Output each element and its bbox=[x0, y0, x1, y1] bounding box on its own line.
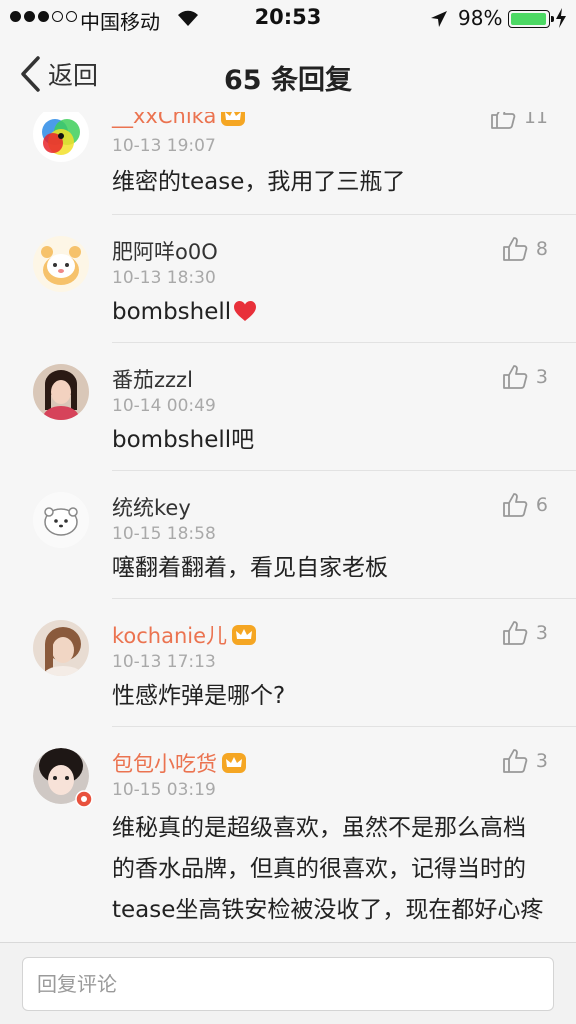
verified-badge-icon bbox=[75, 790, 93, 808]
username[interactable]: 包包小吃货 bbox=[112, 748, 217, 778]
like-button[interactable]: 3 bbox=[502, 364, 548, 390]
location-arrow-icon bbox=[430, 10, 448, 33]
like-count: 8 bbox=[535, 238, 548, 260]
avatar[interactable] bbox=[33, 748, 93, 808]
like-count: 3 bbox=[535, 750, 548, 772]
vip-crown-icon bbox=[222, 753, 246, 773]
comment-item: 包包小吃货 10-15 03:19 维秘真的是超级喜欢，虽然不是那么高档的香水品… bbox=[0, 726, 576, 942]
thumbs-up-icon bbox=[503, 493, 528, 517]
comment-item: 统统key 10-15 18:58 噻翻着翻着，看见自家老板 6 bbox=[0, 470, 576, 599]
username[interactable]: 肥阿咩o0O bbox=[112, 236, 218, 266]
comment-item: 番茄zzzl 10-14 00:49 bombshell吧 3 bbox=[0, 342, 576, 471]
avatar[interactable] bbox=[33, 364, 89, 420]
like-count: 3 bbox=[535, 366, 548, 388]
comment-user-line: 包包小吃货 bbox=[112, 748, 247, 778]
comment-user-line: 番茄zzzl bbox=[112, 364, 193, 394]
reply-bar bbox=[0, 942, 576, 1024]
username[interactable]: 统统key bbox=[112, 492, 191, 522]
comment-user-line: kochanie儿 bbox=[112, 620, 257, 650]
avatar[interactable] bbox=[33, 492, 89, 548]
status-bar: 中国移动 20:53 98% bbox=[0, 0, 576, 38]
thumbs-up-icon bbox=[503, 365, 528, 389]
comment-text: 维秘真的是超级喜欢，虽然不是那么高档的香水品牌，但真的很喜欢，记得当时的teas… bbox=[112, 815, 544, 923]
battery-icon bbox=[508, 10, 554, 28]
comment-text: bombshell吧 bbox=[112, 427, 255, 453]
comment-item: kochanie儿 10-13 17:13 性感炸弹是哪个? 3 bbox=[0, 598, 576, 727]
vip-crown-icon bbox=[221, 112, 246, 126]
like-button[interactable]: 8 bbox=[502, 236, 548, 262]
like-count: 11 bbox=[523, 112, 548, 128]
thumbs-up-icon bbox=[503, 749, 528, 773]
comment-time: 10-15 18:58 bbox=[112, 524, 216, 544]
page-title: 65 条回复 bbox=[224, 65, 352, 96]
like-button[interactable]: 3 bbox=[502, 620, 548, 646]
vip-crown-icon bbox=[232, 625, 257, 645]
username[interactable]: 番茄zzzl bbox=[112, 364, 193, 394]
charging-bolt-icon bbox=[555, 8, 567, 33]
heart-emoji-icon bbox=[234, 301, 257, 321]
comment-time: 10-14 00:49 bbox=[112, 396, 216, 416]
comment-text: 性感炸弹是哪个? bbox=[112, 683, 286, 709]
comment-item: __xxChika 10-13 19:07 维密的tease，我用了三瓶了 11 bbox=[0, 112, 576, 216]
like-button[interactable]: 11 bbox=[490, 112, 548, 130]
thumbs-up-icon bbox=[490, 112, 516, 129]
battery-percent: 98% bbox=[458, 6, 503, 30]
comment-time: 10-13 17:13 bbox=[112, 652, 216, 672]
comment-user-line: 肥阿咩o0O bbox=[112, 236, 218, 266]
comment-user-line: 统统key bbox=[112, 492, 191, 522]
avatar[interactable] bbox=[33, 112, 89, 162]
comment-item: 肥阿咩o0O 10-13 18:30 bombshell 8 bbox=[0, 214, 576, 343]
comment-user-line: __xxChika bbox=[112, 112, 246, 128]
comment-list[interactable]: __xxChika 10-13 19:07 维密的tease，我用了三瓶了 11 bbox=[0, 112, 576, 942]
avatar[interactable] bbox=[33, 620, 89, 676]
like-button[interactable]: 3 bbox=[502, 748, 548, 774]
comment-text: bombshell bbox=[112, 296, 552, 328]
comment-time: 10-15 03:19 bbox=[112, 780, 216, 800]
comment-text: 噻翻着翻着，看见自家老板 bbox=[112, 555, 388, 581]
username[interactable]: kochanie儿 bbox=[112, 620, 227, 650]
username[interactable]: __xxChika bbox=[112, 112, 216, 128]
comment-text: 维密的tease，我用了三瓶了 bbox=[112, 169, 406, 195]
battery-level bbox=[511, 13, 547, 25]
avatar[interactable] bbox=[33, 236, 89, 292]
like-count: 6 bbox=[535, 494, 548, 516]
comment-time: 10-13 19:07 bbox=[112, 136, 216, 156]
comment-time: 10-13 18:30 bbox=[112, 268, 216, 288]
navigation-bar: 返回 65 条回复 bbox=[0, 38, 576, 112]
reply-input[interactable] bbox=[22, 957, 554, 1011]
like-count: 3 bbox=[535, 622, 548, 644]
like-button[interactable]: 6 bbox=[502, 492, 548, 518]
thumbs-up-icon bbox=[503, 237, 528, 261]
thumbs-up-icon bbox=[503, 621, 528, 645]
